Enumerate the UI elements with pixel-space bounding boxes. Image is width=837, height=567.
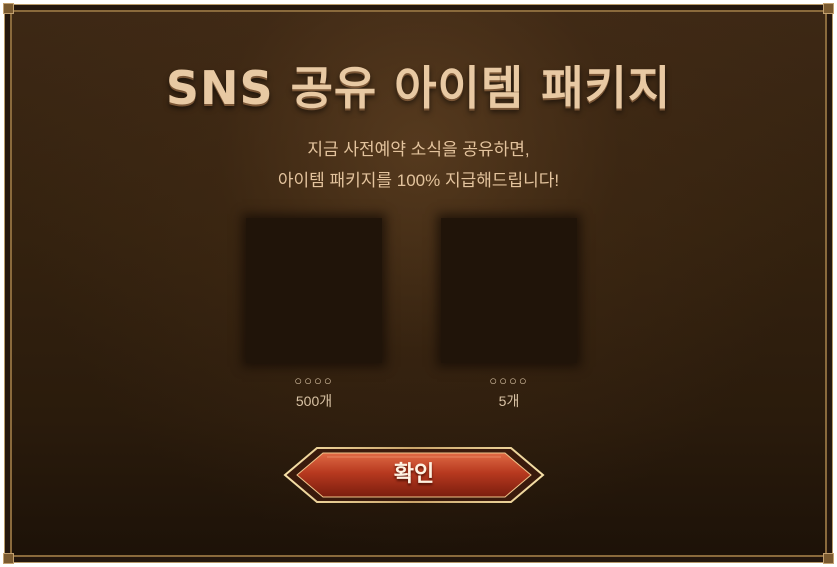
item-slot-1 (246, 218, 382, 363)
confirm-button-label: 확인 (393, 462, 435, 487)
subtitle-line-2: 아이템 패키지를 100% 지급해드립니다! (277, 171, 560, 190)
item-name-2: ○○○○ (489, 373, 529, 388)
confirm-button[interactable]: 확인 (283, 442, 545, 508)
item-quantity-2: 5개 (498, 393, 520, 409)
item-slot-2 (441, 218, 577, 363)
item-name-1: ○○○○ (294, 373, 334, 388)
corner-ornament (823, 3, 834, 14)
subtitle-line-1: 지금 사전예약 소식을 공유하면, (307, 140, 530, 159)
corner-ornament (3, 553, 14, 564)
corner-ornament (823, 553, 834, 564)
item-quantity-1: 500개 (295, 393, 333, 409)
corner-ornament (3, 3, 14, 14)
dialog-title: SNS 공유 아이템 패키지 (165, 61, 672, 115)
